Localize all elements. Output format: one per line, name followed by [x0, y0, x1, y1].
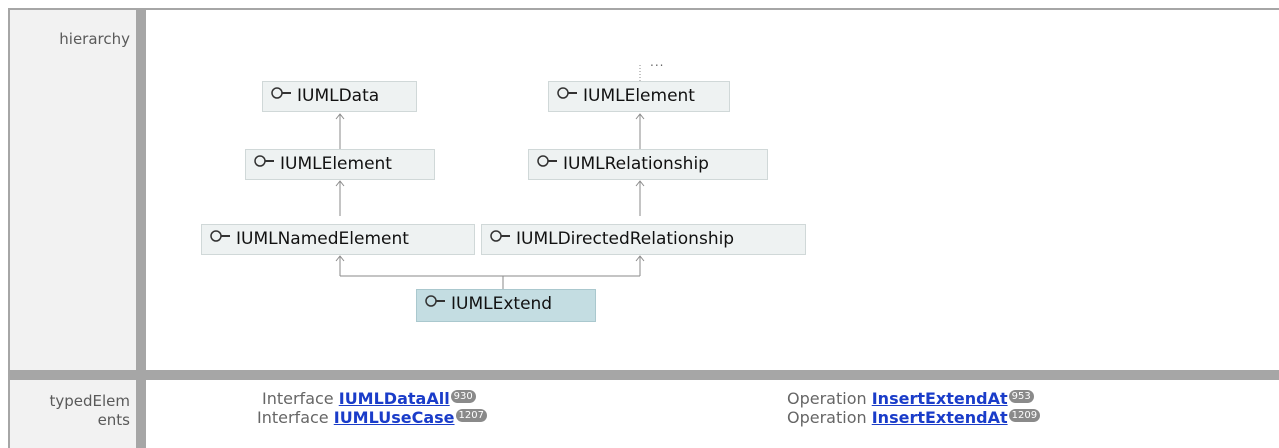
item-link[interactable]: IUMLUseCase — [334, 408, 455, 427]
node-label: IUMLNamedElement — [236, 229, 409, 249]
typed-elements-label-line1: typedElem — [49, 392, 130, 410]
interface-lollipop-icon — [490, 223, 514, 252]
node-iumlnamedelement[interactable]: IUMLNamedElement — [201, 224, 475, 255]
interface-lollipop-icon — [271, 80, 295, 109]
node-label: IUMLExtend — [451, 294, 553, 314]
interface-lollipop-icon — [254, 148, 278, 177]
interface-lollipop-icon — [425, 288, 449, 317]
typed-elements-label-cell: typedElem ents — [10, 380, 136, 448]
item-kind: Interface — [262, 389, 334, 408]
count-badge: 953 — [1008, 390, 1034, 403]
node-iumlelement-top[interactable]: IUMLElement — [548, 81, 730, 112]
node-iumldirectedrelationship[interactable]: IUMLDirectedRelationship — [481, 224, 806, 255]
item-link[interactable]: InsertExtendAt — [872, 389, 1008, 408]
node-iumlelement[interactable]: IUMLElement — [245, 149, 435, 180]
interface-lollipop-icon — [210, 223, 234, 252]
item-kind: Operation — [787, 408, 867, 427]
node-label: IUMLElement — [280, 154, 392, 174]
node-label: IUMLData — [297, 86, 380, 106]
node-label: IUMLDirectedRelationship — [516, 229, 735, 249]
count-badge: 1209 — [1008, 409, 1041, 422]
typed-element-item: Interface IUMLUseCase 1207 — [257, 409, 487, 427]
node-label: IUMLRelationship — [563, 154, 709, 174]
item-kind: Interface — [257, 408, 329, 427]
count-badge: 930 — [450, 390, 476, 403]
item-link[interactable]: InsertExtendAt — [872, 408, 1008, 427]
node-iumlrelationship[interactable]: IUMLRelationship — [528, 149, 768, 180]
node-iumlextend[interactable]: IUMLExtend — [416, 289, 596, 322]
interface-lollipop-icon — [537, 148, 561, 177]
item-link[interactable]: IUMLDataAll — [339, 389, 450, 408]
more-ancestors-indicator: ... — [650, 55, 665, 69]
typed-element-item: Operation InsertExtendAt 1209 — [787, 408, 1041, 427]
typed-element-item: Operation InsertExtendAt 953 — [787, 390, 1034, 408]
typed-element-item: Interface IUMLDataAll 930 — [262, 390, 476, 408]
count-badge: 1207 — [455, 409, 487, 422]
typed-elements-label-line2: ents — [97, 411, 130, 429]
node-iumldata[interactable]: IUMLData — [262, 81, 417, 112]
interface-lollipop-icon — [557, 80, 581, 109]
item-kind: Operation — [787, 389, 867, 408]
node-label: IUMLElement — [583, 86, 695, 106]
